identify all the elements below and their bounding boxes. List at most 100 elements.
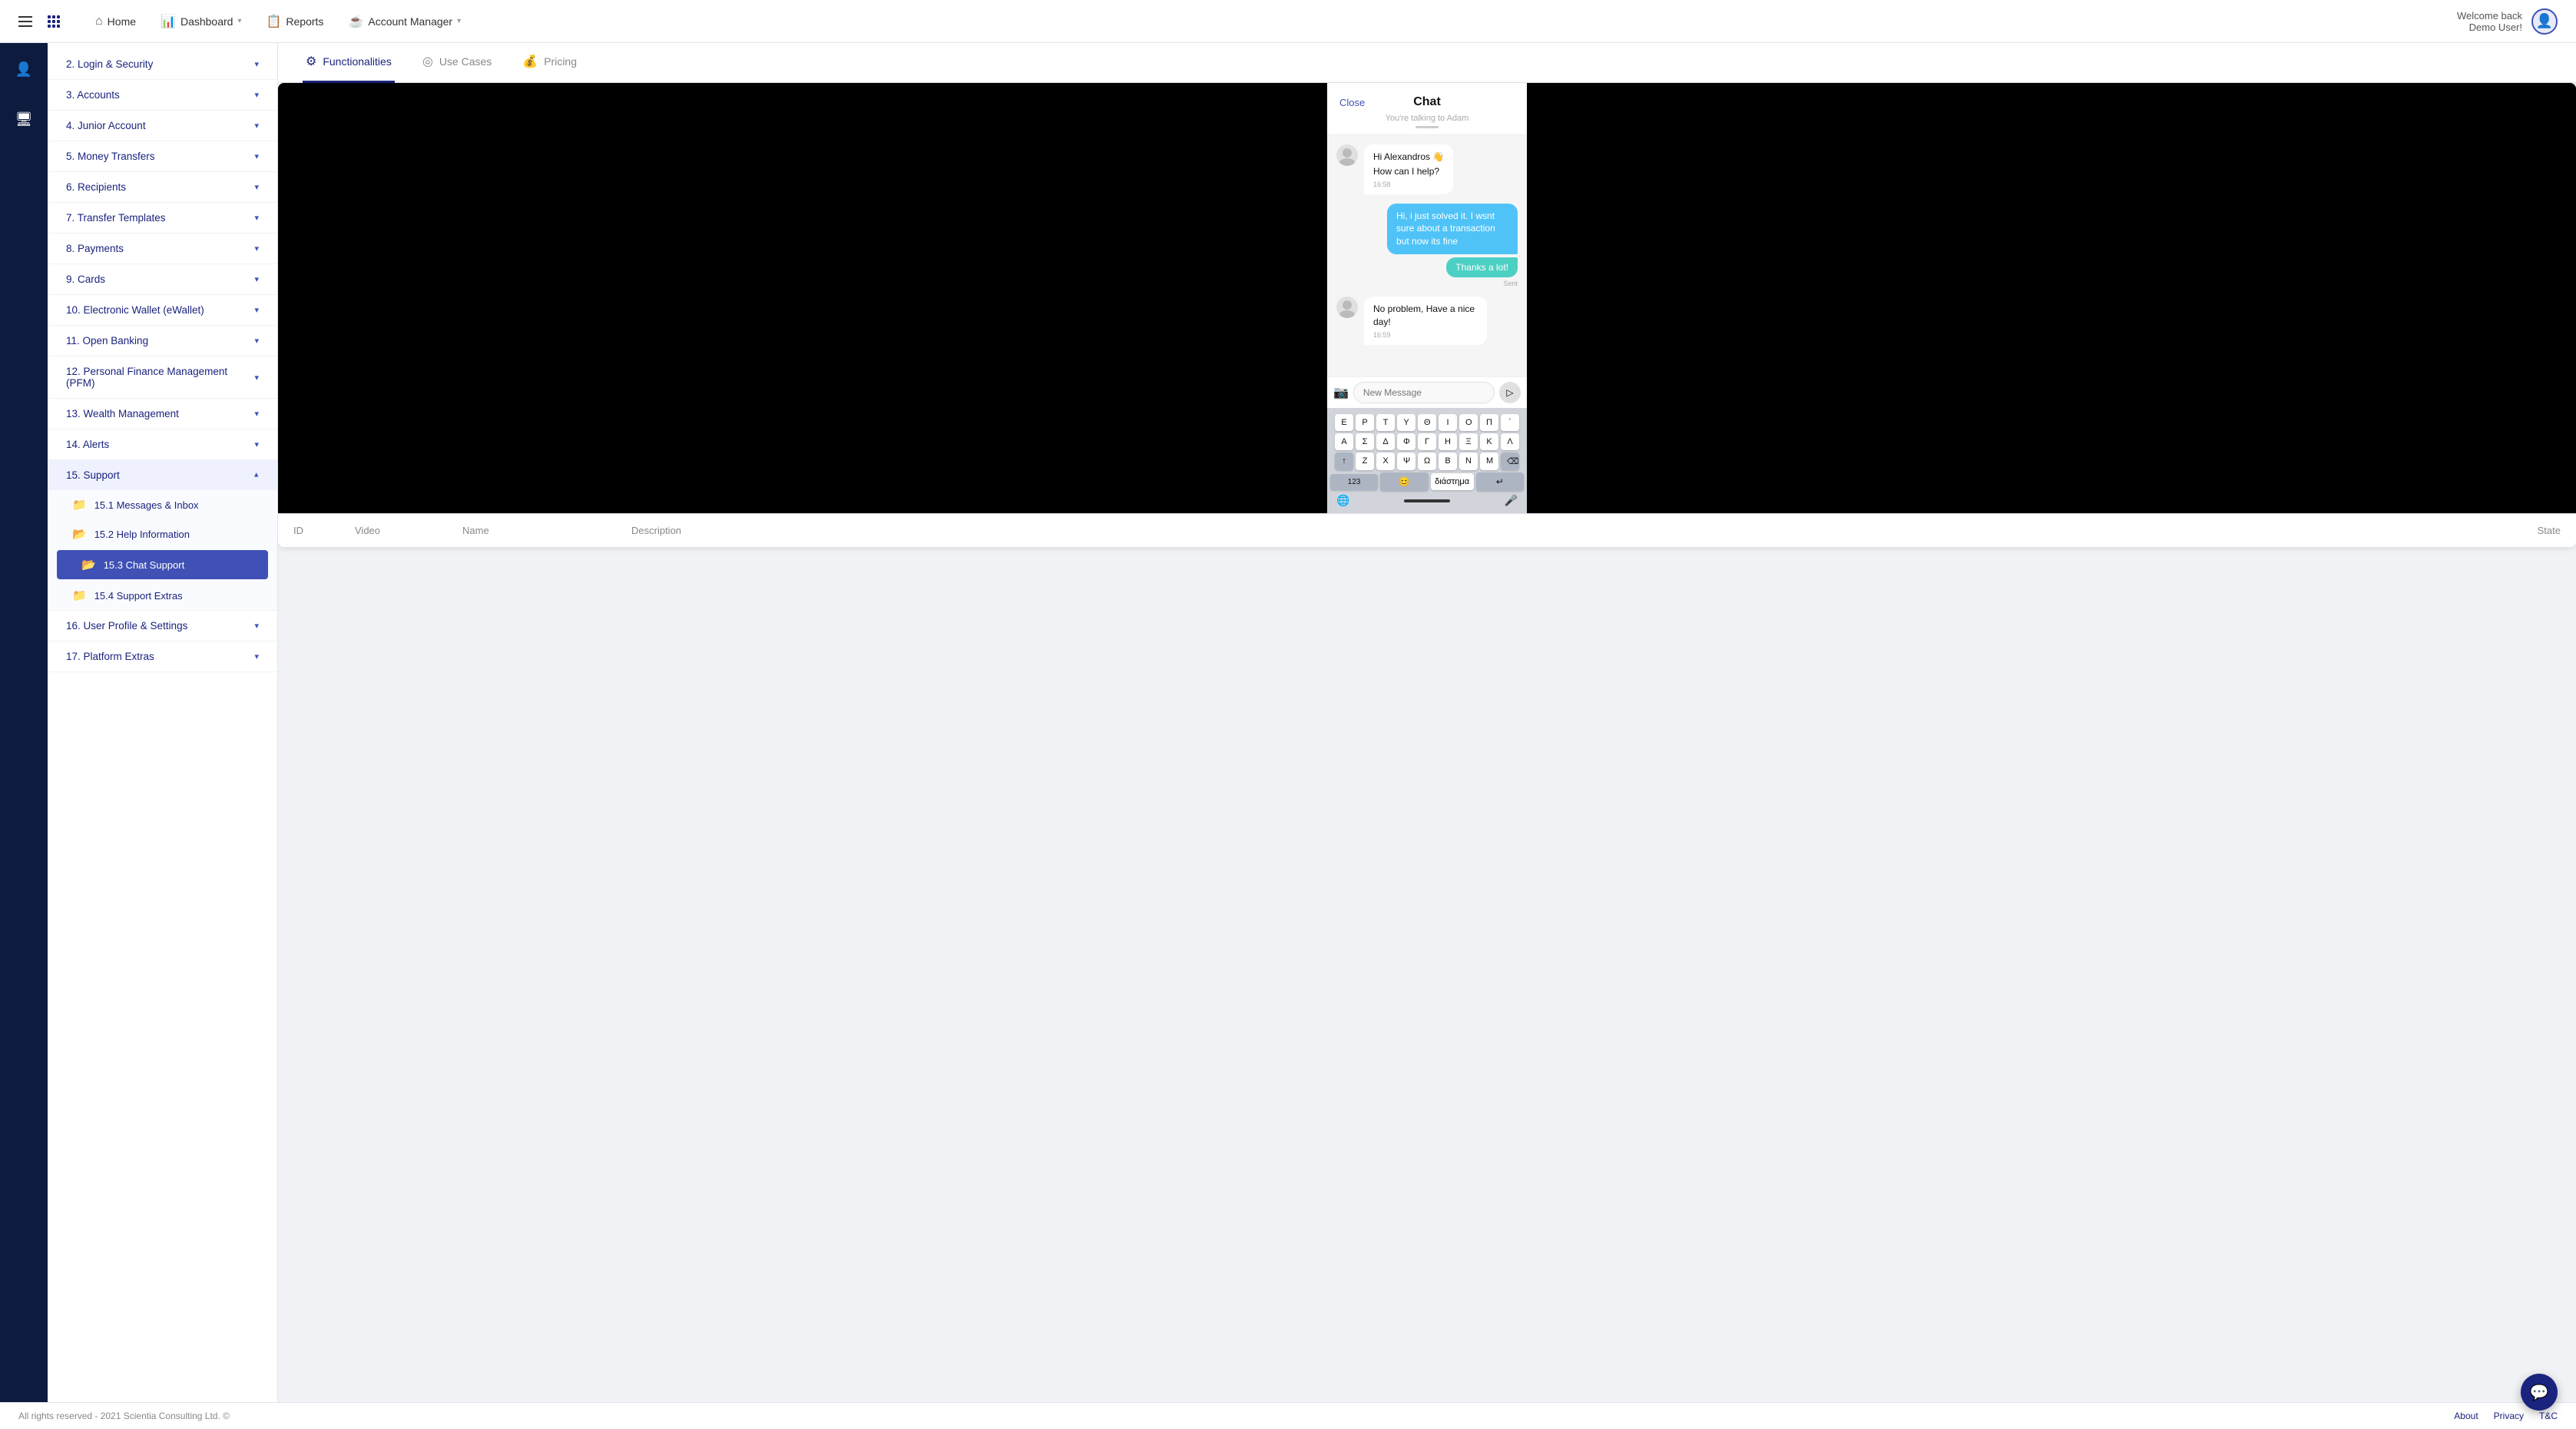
nav-section-user-profile: 16. User Profile & Settings ▾ — [48, 611, 277, 642]
nav-dashboard-label: Dashboard — [180, 15, 233, 28]
nav-section-header-cards[interactable]: 9. Cards ▾ — [48, 264, 277, 294]
chat-input[interactable] — [1353, 382, 1495, 403]
chat-text-sent-1: Hi, i just solved it. I wsnt sure about … — [1396, 210, 1508, 248]
chat-messages: Hi Alexandros 👋 How can I help? 16:58 — [1327, 135, 1527, 376]
keyboard-icons-row: 🌐 🎤 — [1330, 491, 1524, 510]
nav-section-header-accounts[interactable]: 3. Accounts ▾ — [48, 80, 277, 110]
key-emoji[interactable]: 😊 — [1380, 472, 1428, 491]
nav-section-header-login-security[interactable]: 2. Login & Security ▾ — [48, 49, 277, 79]
nav-section-header-transfer-templates[interactable]: 7. Transfer Templates ▾ — [48, 203, 277, 233]
nav-items: ⌂ Home 📊 Dashboard ▾ 📋 Reports ☕ Account… — [84, 9, 2457, 34]
key-accent[interactable]: ΄ — [1501, 414, 1519, 431]
nav-account-manager[interactable]: ☕ Account Manager ▾ — [337, 9, 472, 34]
footer-tsc[interactable]: T&C — [2539, 1411, 2558, 1421]
key-y[interactable]: Υ — [1397, 414, 1415, 431]
nav-section-header-open-banking[interactable]: 11. Open Banking ▾ — [48, 326, 277, 356]
key-g[interactable]: Γ — [1418, 433, 1436, 450]
key-z[interactable]: Ζ — [1356, 453, 1374, 470]
footer-about[interactable]: About — [2454, 1411, 2478, 1421]
key-ps[interactable]: Ψ — [1397, 453, 1415, 470]
key-p[interactable]: Π — [1480, 414, 1498, 431]
key-xi[interactable]: Ξ — [1459, 433, 1478, 450]
nav-section-header-ewallet[interactable]: 10. Electronic Wallet (eWallet) ▾ — [48, 295, 277, 325]
nav-section-header-recipients[interactable]: 6. Recipients ▾ — [48, 172, 277, 202]
chevron-transfer-templates: ▾ — [254, 213, 259, 223]
tab-use-cases[interactable]: ◎ Use Cases — [419, 43, 495, 83]
nav-label-junior-account: 4. Junior Account — [66, 120, 146, 131]
camera-icon[interactable]: 📷 — [1333, 385, 1349, 400]
key-backspace[interactable]: ⌫ — [1501, 453, 1519, 470]
chat-bubble-sent-text: Hi, i just solved it. I wsnt sure about … — [1387, 204, 1518, 254]
key-return[interactable]: ↵ — [1476, 472, 1524, 491]
sidebar-icon-person[interactable]: 👤 — [9, 55, 38, 84]
sidebar-icon-monitor[interactable]: 🖥 — [9, 105, 39, 134]
nav-sub-support-extras[interactable]: 📁 15.4 Support Extras — [48, 581, 277, 610]
key-d[interactable]: Δ — [1376, 433, 1395, 450]
nav-dashboard[interactable]: 📊 Dashboard ▾ — [150, 9, 252, 34]
nav-label-platform-extras: 17. Platform Extras — [66, 651, 154, 662]
key-t[interactable]: Τ — [1376, 414, 1395, 431]
tab-functionalities[interactable]: ⚙ Functionalities — [303, 43, 395, 83]
keyboard-mic-icon[interactable]: 🎤 — [1505, 494, 1518, 507]
chat-fab-button[interactable]: 💬 — [2521, 1374, 2558, 1411]
chat-send-button[interactable]: ▷ — [1499, 382, 1521, 403]
key-shift[interactable]: ↑ — [1335, 453, 1353, 470]
chevron-recipients: ▾ — [254, 182, 259, 192]
main-layout: 👤 🖥 2. Login & Security ▾ 3. Accounts ▾ … — [0, 43, 2576, 1402]
key-l[interactable]: Λ — [1501, 433, 1519, 450]
key-k[interactable]: Κ — [1480, 433, 1498, 450]
content-wrapper: ⚙ Functionalities ◎ Use Cases 💰 Pricing — [278, 43, 2576, 1402]
nav-sub-label-chat: 15.3 Chat Support — [104, 559, 185, 571]
nav-section-wealth-management: 13. Wealth Management ▾ — [48, 399, 277, 429]
key-n[interactable]: Ν — [1459, 453, 1478, 470]
key-o[interactable]: Ο — [1459, 414, 1478, 431]
nav-section-header-support[interactable]: 15. Support ▾ — [48, 460, 277, 490]
dashboard-chevron: ▾ — [237, 17, 241, 25]
key-a[interactable]: Α — [1335, 433, 1353, 450]
key-s[interactable]: Σ — [1356, 433, 1374, 450]
nav-reports[interactable]: 📋 Reports — [255, 9, 334, 34]
nav-section-header-alerts[interactable]: 14. Alerts ▾ — [48, 429, 277, 459]
nav-section-support: 15. Support ▾ 📁 15.1 Messages & Inbox 📂 … — [48, 460, 277, 611]
nav-sub-chat-support[interactable]: 📂 15.3 Chat Support — [57, 550, 268, 579]
nav-sub-help-information[interactable]: 📂 15.2 Help Information — [48, 519, 277, 549]
nav-section-header-platform-extras[interactable]: 17. Platform Extras ▾ — [48, 642, 277, 671]
key-e[interactable]: Ε — [1335, 414, 1353, 431]
table-col-video: Video — [355, 525, 447, 536]
key-om[interactable]: Ω — [1418, 453, 1436, 470]
key-h[interactable]: Η — [1439, 433, 1457, 450]
nav-section-money-transfers: 5. Money Transfers ▾ — [48, 141, 277, 172]
nav-section-header-payments[interactable]: 8. Payments ▾ — [48, 234, 277, 264]
home-icon: ⌂ — [95, 15, 103, 28]
key-th[interactable]: Θ — [1418, 414, 1436, 431]
nav-home[interactable]: ⌂ Home — [84, 10, 147, 33]
key-f[interactable]: Φ — [1397, 433, 1415, 450]
key-i[interactable]: Ι — [1439, 414, 1457, 431]
top-navigation: ⌂ Home 📊 Dashboard ▾ 📋 Reports ☕ Account… — [0, 0, 2576, 43]
chevron-junior-account: ▾ — [254, 121, 259, 131]
footer-privacy[interactable]: Privacy — [2494, 1411, 2524, 1421]
nav-section-header-wealth-management[interactable]: 13. Wealth Management ▾ — [48, 399, 277, 429]
hamburger-menu[interactable] — [18, 16, 32, 27]
chat-text-greeting: Hi Alexandros 👋 — [1373, 151, 1444, 164]
nav-label-money-transfers: 5. Money Transfers — [66, 151, 155, 162]
nav-section-header-pfm[interactable]: 12. Personal Finance Management (PFM) ▾ — [48, 356, 277, 398]
chat-close-button[interactable]: Close — [1339, 97, 1365, 108]
chevron-platform-extras: ▾ — [254, 652, 259, 661]
nav-sub-messages-inbox[interactable]: 📁 15.1 Messages & Inbox — [48, 490, 277, 519]
nav-section-header-junior-account[interactable]: 4. Junior Account ▾ — [48, 111, 277, 141]
nav-label-support: 15. Support — [66, 469, 120, 481]
key-r[interactable]: Ρ — [1356, 414, 1374, 431]
nav-label-recipients: 6. Recipients — [66, 181, 126, 193]
key-b[interactable]: Β — [1439, 453, 1457, 470]
nav-section-header-money-transfers[interactable]: 5. Money Transfers ▾ — [48, 141, 277, 171]
user-avatar[interactable]: 👤 — [2531, 8, 2558, 35]
key-num[interactable]: 123 — [1330, 474, 1378, 490]
tab-pricing[interactable]: 💰 Pricing — [519, 43, 580, 83]
key-x[interactable]: Χ — [1376, 453, 1395, 470]
nav-section-header-user-profile[interactable]: 16. User Profile & Settings ▾ — [48, 611, 277, 641]
key-m[interactable]: Μ — [1480, 453, 1498, 470]
keyboard-globe-icon[interactable]: 🌐 — [1336, 494, 1349, 507]
app-logo — [48, 15, 60, 28]
key-spacebar[interactable]: διάστημα — [1431, 473, 1474, 490]
